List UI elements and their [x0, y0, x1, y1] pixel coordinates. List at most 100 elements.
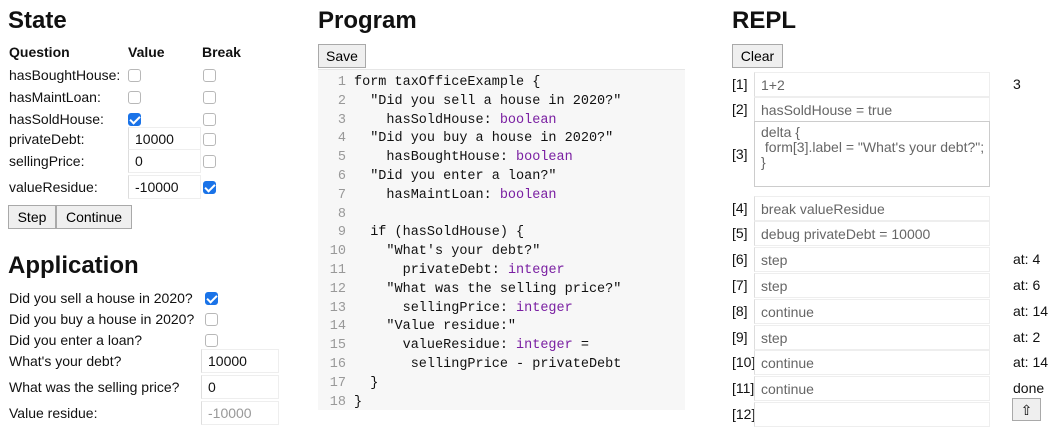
clear-button[interactable]: Clear: [732, 44, 783, 68]
repl-command-input[interactable]: debug privateDebt = 10000: [754, 221, 990, 246]
repl-entry-index: [11]: [732, 380, 755, 396]
code-line: 3 hasSoldHouse: boolean: [318, 111, 557, 130]
repl-entry-index: [3]: [732, 146, 748, 162]
code-text: "Value residue:": [354, 319, 517, 335]
application-panel: Application Did you sell a house in 2020…: [8, 245, 308, 434]
repl-command-input[interactable]: [754, 402, 990, 427]
code-line: 5 hasBoughtHouse: boolean: [318, 148, 573, 167]
code-line: 12 "What was the selling price?": [318, 280, 622, 299]
line-number: 16: [329, 357, 346, 372]
repl-command-input[interactable]: continue: [754, 376, 990, 401]
code-keyword: boolean: [499, 187, 557, 203]
break-checkbox[interactable]: [203, 155, 216, 168]
code-text: privateDebt:: [354, 263, 508, 278]
repl-command-input[interactable]: step: [754, 247, 990, 272]
line-number: 11: [329, 263, 346, 278]
state-title: State: [8, 7, 67, 34]
repl-entry-index: [9]: [732, 329, 748, 345]
arrow-up-icon: ⇧: [1020, 401, 1033, 418]
repl-command-input[interactable]: continue: [754, 299, 990, 324]
code-line: 8: [318, 205, 354, 224]
save-button[interactable]: Save: [318, 44, 366, 68]
line-number: 9: [337, 225, 346, 241]
code-text: "Did you buy a house in 2020?": [354, 131, 614, 147]
code-text: valueResidue:: [354, 338, 517, 354]
repl-entry-index: [10]: [732, 354, 756, 370]
code-editor[interactable]: 1 form taxOfficeExample {2 "Did you sell …: [318, 69, 685, 410]
value-input[interactable]: 0: [128, 149, 201, 173]
application-checkbox[interactable]: [205, 334, 218, 347]
value-input[interactable]: 10000: [128, 127, 201, 151]
line-number: 3: [337, 112, 346, 128]
code-line: 7 hasMaintLoan: boolean: [318, 186, 557, 205]
repl-entry-index: [8]: [732, 303, 748, 319]
value-input[interactable]: -10000: [128, 175, 201, 199]
repl-command-input[interactable]: 1+2: [754, 72, 990, 97]
value-header: Value: [128, 44, 165, 60]
repl-result: at: 14: [1013, 354, 1049, 370]
repl-entry-index: [4]: [732, 200, 748, 216]
break-checkbox[interactable]: [203, 91, 216, 104]
repl-result: done: [1013, 380, 1045, 396]
repl-command-input[interactable]: step: [754, 273, 990, 298]
code-text: "Did you sell a house in 2020?": [354, 93, 622, 109]
application-checkbox[interactable]: [205, 292, 218, 305]
break-checkbox[interactable]: [203, 69, 216, 82]
repl-entry-index: [5]: [732, 225, 748, 241]
break-checkbox[interactable]: [203, 181, 216, 194]
repl-result: at: 14: [1013, 303, 1049, 319]
application-input[interactable]: 10000: [201, 349, 279, 373]
repl-command-input[interactable]: step: [754, 325, 990, 350]
code-line: 2 "Did you sell a house in 2020?": [318, 92, 621, 111]
line-number: 14: [329, 319, 346, 335]
code-line: 16 sellingPrice - privateDebt: [318, 355, 622, 374]
application-input: -10000: [201, 401, 279, 425]
code-line: 18}: [318, 393, 362, 412]
step-button[interactable]: Step: [8, 205, 56, 229]
line-number: 12: [329, 281, 346, 297]
repl-entry-index: [6]: [732, 251, 748, 267]
repl-command-input[interactable]: delta { form[3].label = "What's your deb…: [754, 121, 990, 187]
repl-entry-index: [12]: [732, 406, 756, 422]
repl-result: at: 4: [1013, 251, 1041, 267]
repl-entry-index: [2]: [732, 101, 748, 117]
code-keyword: boolean: [499, 112, 557, 128]
repl-result: at: 6: [1013, 277, 1041, 293]
repl-command-input[interactable]: break valueResidue: [754, 196, 990, 221]
code-text: "What's your debt?": [354, 244, 541, 260]
code-line: 14 "Value residue:": [318, 317, 516, 336]
application-checkbox[interactable]: [205, 313, 218, 326]
line-number: 8: [337, 206, 346, 222]
line-number: 10: [329, 244, 346, 260]
value-checkbox[interactable]: [128, 113, 141, 126]
break-checkbox[interactable]: [203, 113, 216, 126]
repl-entry-index: [7]: [732, 277, 748, 293]
code-line: 9 if (hasSoldHouse) {: [318, 223, 524, 242]
state-row-label: hasSoldHouse:: [9, 111, 104, 127]
repl-command-input[interactable]: hasSoldHouse = true: [754, 97, 990, 122]
line-number: 13: [329, 300, 346, 316]
code-line: 6 "Did you enter a loan?": [318, 167, 557, 186]
state-panel: State Question Value Break hasBoughtHous…: [8, 0, 308, 240]
code-text: if (hasSoldHouse) {: [354, 225, 525, 241]
submit-button[interactable]: ⇧: [1012, 398, 1041, 421]
continue-button[interactable]: Continue: [56, 205, 132, 229]
value-checkbox[interactable]: [128, 91, 141, 104]
repl-command-input[interactable]: continue: [754, 350, 990, 375]
state-row-label: sellingPrice:: [9, 153, 85, 169]
application-question-label: What's your debt?: [9, 353, 122, 369]
line-number: 15: [329, 338, 346, 354]
code-text: }: [354, 375, 379, 391]
state-row-label: valueResidue:: [9, 179, 98, 195]
code-line: 13 sellingPrice: integer: [318, 299, 573, 318]
code-line: 17 }: [318, 374, 379, 393]
value-checkbox[interactable]: [128, 69, 141, 82]
line-number: 1: [337, 75, 346, 90]
line-number: 5: [337, 150, 346, 166]
code-line: 4 "Did you buy a house in 2020?": [318, 129, 613, 148]
break-checkbox[interactable]: [203, 133, 216, 146]
code-text: hasSoldHouse:: [354, 112, 500, 128]
code-text: =: [572, 338, 589, 354]
application-input[interactable]: 0: [201, 375, 279, 399]
state-row-label: hasBoughtHouse:: [9, 67, 121, 83]
